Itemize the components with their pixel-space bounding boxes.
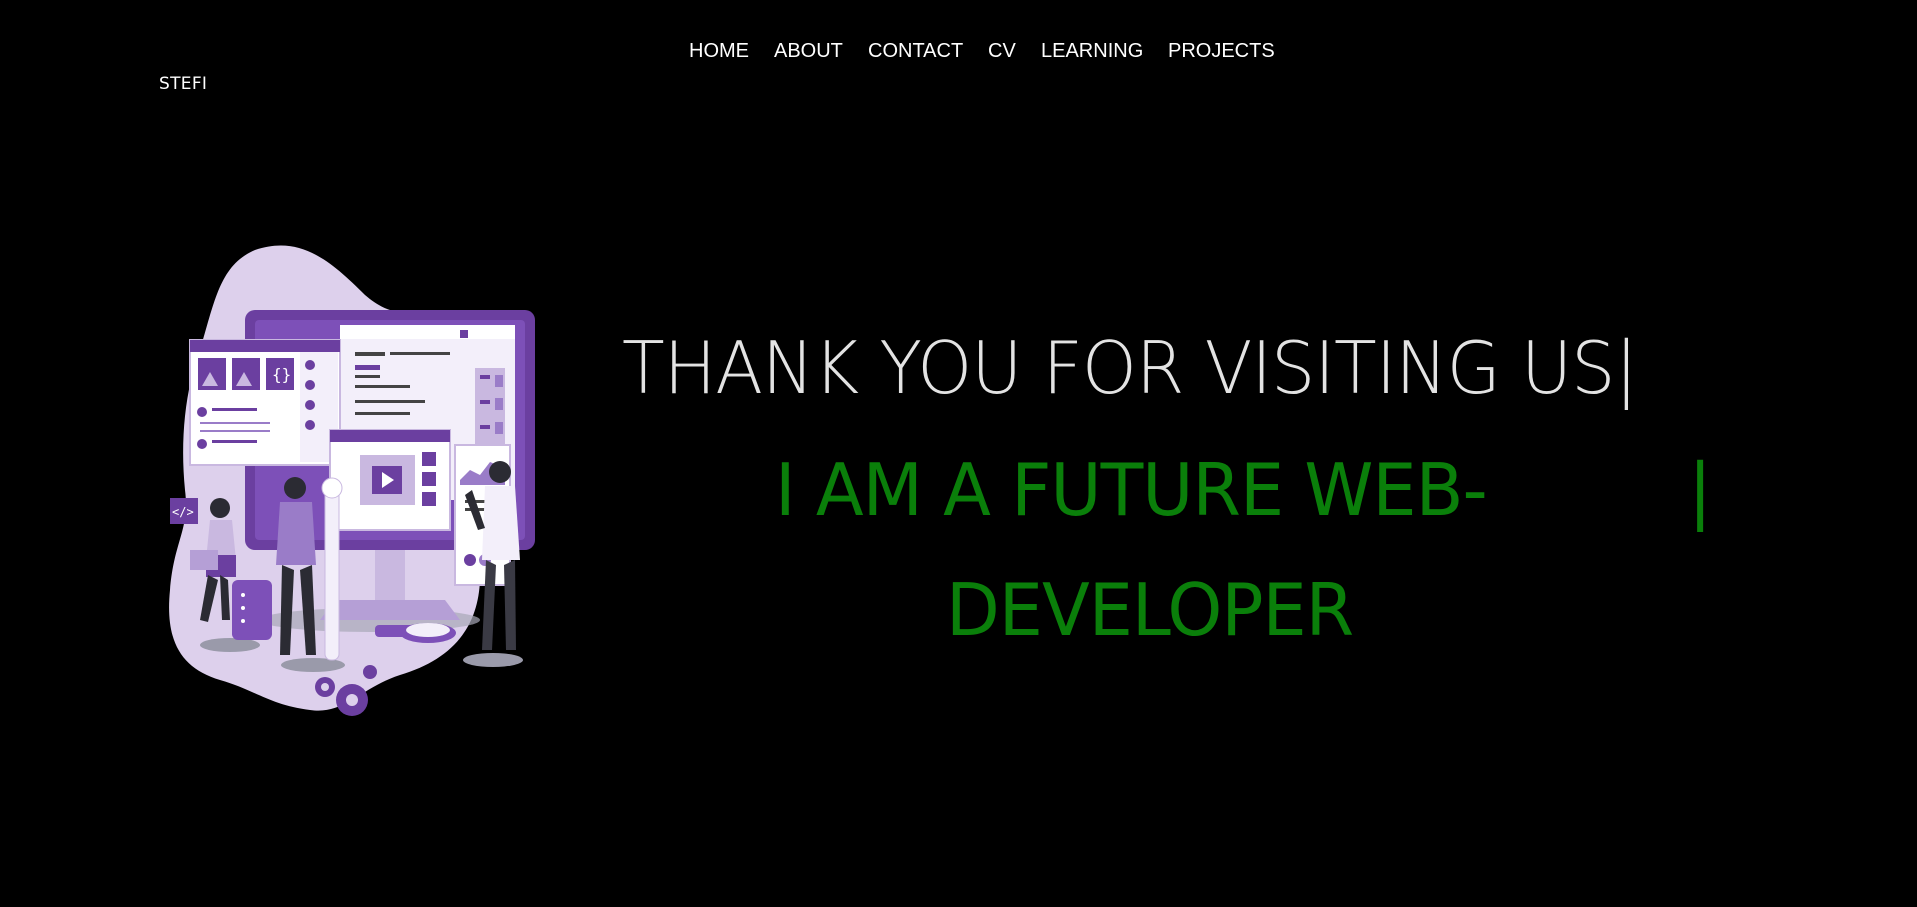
- hero-headline: THANK YOU FOR VISITING US|: [622, 318, 1639, 418]
- nav-item-learning[interactable]: LEARNING: [1041, 38, 1143, 64]
- brand-logo-text[interactable]: STEFI: [159, 72, 207, 96]
- hero-tagline-line1: I AM A FUTURE WEB-: [775, 448, 1488, 532]
- nav-item-cv[interactable]: CV: [988, 38, 1016, 64]
- nav-item-home[interactable]: HOME: [689, 38, 749, 64]
- nav-item-contact[interactable]: CONTACT: [868, 38, 963, 64]
- typing-caret: |: [1614, 326, 1639, 410]
- svg-text:</>: </>: [172, 505, 194, 519]
- hero-tagline-line2: DEVELOPER: [946, 568, 1354, 652]
- nav-item-projects[interactable]: PROJECTS: [1168, 38, 1275, 64]
- tagline-typing-caret: |: [1688, 448, 1713, 532]
- main-nav: HOME ABOUT CONTACT CV LEARNING PROJECTS: [0, 38, 1917, 66]
- hero-headline-text: THANK YOU FOR VISITING US: [622, 326, 1615, 410]
- nav-item-about[interactable]: ABOUT: [774, 38, 843, 64]
- web-development-team-illustration: {} </>: [169, 245, 535, 716]
- svg-text:{}: {}: [272, 365, 291, 384]
